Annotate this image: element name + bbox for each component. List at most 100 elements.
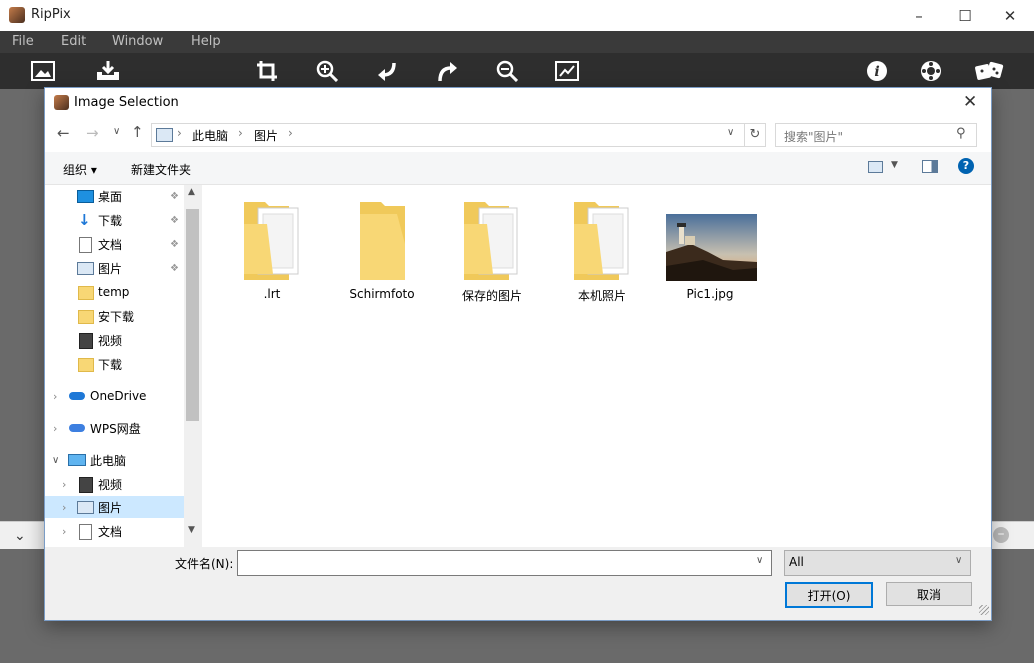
picture-icon xyxy=(77,501,94,514)
navigation-pane: 桌面 ❖ ↓ 下载 ❖ 文档 ❖ 图片 ❖ temp 安下载 视频 下载 › O… xyxy=(45,185,201,547)
save-image-icon[interactable] xyxy=(93,58,123,84)
expand-chevron-icon[interactable]: › xyxy=(53,422,57,435)
address-dropdown-icon[interactable]: ∨ xyxy=(727,127,734,138)
search-input[interactable]: 搜索"图片" ⚲ xyxy=(775,123,977,147)
view-dropdown-icon[interactable]: ▼ xyxy=(891,160,898,170)
nav-item-pc-videos[interactable]: › 视频 xyxy=(45,473,184,495)
image-thumbnail-icon xyxy=(666,214,757,281)
filename-dropdown-icon[interactable]: ∨ xyxy=(756,555,763,566)
app-title: RipPix xyxy=(31,7,71,22)
filename-input[interactable]: ∨ xyxy=(237,550,772,576)
nav-item-pc-documents[interactable]: › 文档 xyxy=(45,520,184,542)
nav-label: 视频 xyxy=(98,477,123,492)
breadcrumb-this-pc[interactable]: 此电脑 xyxy=(192,127,228,144)
dice-icon[interactable] xyxy=(974,58,1004,84)
expand-chevron-icon[interactable]: › xyxy=(62,501,66,514)
svg-text:i: i xyxy=(874,64,879,80)
menu-help[interactable]: Help xyxy=(191,34,221,49)
nav-item-desktop[interactable]: 桌面 ❖ xyxy=(45,185,184,207)
file-item-lrt[interactable]: .lrt xyxy=(222,200,322,301)
fit-image-icon[interactable] xyxy=(552,58,582,84)
crop-icon[interactable] xyxy=(252,58,282,84)
file-item-schirmfoto[interactable]: Schirmfoto xyxy=(332,200,432,301)
folder-icon xyxy=(574,202,629,280)
file-item-pic1[interactable]: Pic1.jpg xyxy=(660,200,760,301)
pin-icon[interactable]: ❖ xyxy=(170,239,179,250)
new-folder-button[interactable]: 新建文件夹 xyxy=(131,161,191,178)
zoom-out-icon[interactable] xyxy=(492,58,522,84)
pin-icon[interactable]: ❖ xyxy=(170,215,179,226)
remove-icon[interactable]: – xyxy=(993,527,1009,543)
file-item-local-photos[interactable]: 本机照片 xyxy=(552,200,652,304)
open-button[interactable]: 打开(O) xyxy=(785,582,873,608)
address-bar[interactable]: › 此电脑 › 图片 › ∨ xyxy=(151,123,745,147)
info-icon[interactable]: i xyxy=(862,58,892,84)
nav-item-documents[interactable]: 文档 ❖ xyxy=(45,233,184,255)
nav-label: 桌面 xyxy=(98,189,123,204)
file-type-value: All xyxy=(789,555,804,569)
picture-icon xyxy=(77,262,94,275)
nav-item-wps-drive[interactable]: › WPS网盘 xyxy=(45,417,184,439)
image-selection-dialog: Image Selection ✕ ← → ∨ ↑ › 此电脑 › 图片 › ∨… xyxy=(44,87,992,621)
minimize-icon[interactable]: – xyxy=(896,0,942,31)
expand-chevron-icon[interactable]: › xyxy=(62,478,66,491)
nav-label: 安下载 xyxy=(98,309,135,324)
nav-scrollbar[interactable]: ▲ ▼ xyxy=(184,185,201,547)
scroll-up-icon[interactable]: ▲ xyxy=(188,187,195,197)
scrollbar-thumb[interactable] xyxy=(186,209,199,421)
dialog-app-icon xyxy=(54,95,69,110)
open-image-icon[interactable] xyxy=(28,58,58,84)
scroll-down-icon[interactable]: ▼ xyxy=(188,525,195,535)
menu-file[interactable]: File xyxy=(12,34,34,49)
nav-item-this-pc[interactable]: ∨ 此电脑 xyxy=(45,449,184,471)
cancel-button[interactable]: 取消 xyxy=(886,582,972,606)
up-arrow-icon[interactable]: ↑ xyxy=(131,123,144,141)
recent-dropdown-icon[interactable]: ∨ xyxy=(113,126,120,137)
computer-icon xyxy=(68,454,86,466)
nav-item-onedrive[interactable]: › OneDrive xyxy=(45,385,184,407)
zoom-in-icon[interactable] xyxy=(312,58,342,84)
pin-icon[interactable]: ❖ xyxy=(170,191,179,202)
view-options-icon[interactable] xyxy=(868,161,883,173)
document-icon xyxy=(79,524,92,540)
preview-pane-icon[interactable] xyxy=(922,160,938,173)
picture-location-icon xyxy=(156,128,173,142)
nav-item-pc-pictures[interactable]: › 图片 xyxy=(45,496,184,518)
refresh-icon[interactable]: ↻ xyxy=(744,123,766,147)
nav-item-videos[interactable]: 视频 xyxy=(45,329,184,351)
expand-chevron-icon[interactable]: › xyxy=(53,390,57,403)
file-item-saved-pictures[interactable]: 保存的图片 xyxy=(442,200,542,304)
nav-item-temp[interactable]: temp xyxy=(45,281,184,303)
chevron-down-icon[interactable]: ⌄ xyxy=(14,528,26,544)
file-type-select[interactable]: All ∨ xyxy=(784,550,971,576)
pin-icon[interactable]: ❖ xyxy=(170,263,179,274)
search-placeholder: 搜索"图片" xyxy=(784,130,844,144)
nav-item-pictures[interactable]: 图片 ❖ xyxy=(45,257,184,279)
collapse-chevron-icon[interactable]: ∨ xyxy=(52,455,59,466)
file-type-dropdown-icon[interactable]: ∨ xyxy=(955,555,962,566)
nav-item-download-folder[interactable]: 下载 xyxy=(45,353,184,375)
resize-grip-icon[interactable] xyxy=(979,605,989,615)
back-arrow-icon[interactable]: ← xyxy=(57,124,70,142)
expand-chevron-icon[interactable]: › xyxy=(62,525,66,538)
menu-window[interactable]: Window xyxy=(112,34,163,49)
dialog-navbar: ← → ∨ ↑ › 此电脑 › 图片 › ∨ ↻ 搜索"图片" ⚲ xyxy=(45,118,991,152)
nav-item-downloads[interactable]: ↓ 下载 ❖ xyxy=(45,209,184,231)
file-name: Pic1.jpg xyxy=(686,287,734,301)
breadcrumb-pictures[interactable]: 图片 xyxy=(254,127,278,144)
rotate-right-icon[interactable] xyxy=(432,58,462,84)
rotate-left-icon[interactable] xyxy=(372,58,402,84)
close-icon[interactable]: ✕ xyxy=(987,0,1033,31)
settings-icon[interactable] xyxy=(916,58,946,84)
nav-item-anxiazai[interactable]: 安下载 xyxy=(45,305,184,327)
folder-icon xyxy=(78,286,94,300)
menu-edit[interactable]: Edit xyxy=(61,34,86,49)
maximize-icon[interactable]: ☐ xyxy=(942,0,988,31)
organize-button[interactable]: 组织 ▾ xyxy=(63,161,97,178)
dialog-close-icon[interactable]: ✕ xyxy=(963,92,977,112)
search-icon[interactable]: ⚲ xyxy=(956,126,966,141)
file-list: .lrt Schirmfoto 保存的图片 本机照片 Pic1.jpg xyxy=(202,185,991,547)
cloud-icon xyxy=(69,424,85,432)
forward-arrow-icon[interactable]: → xyxy=(86,124,99,142)
help-icon[interactable]: ? xyxy=(958,158,974,174)
